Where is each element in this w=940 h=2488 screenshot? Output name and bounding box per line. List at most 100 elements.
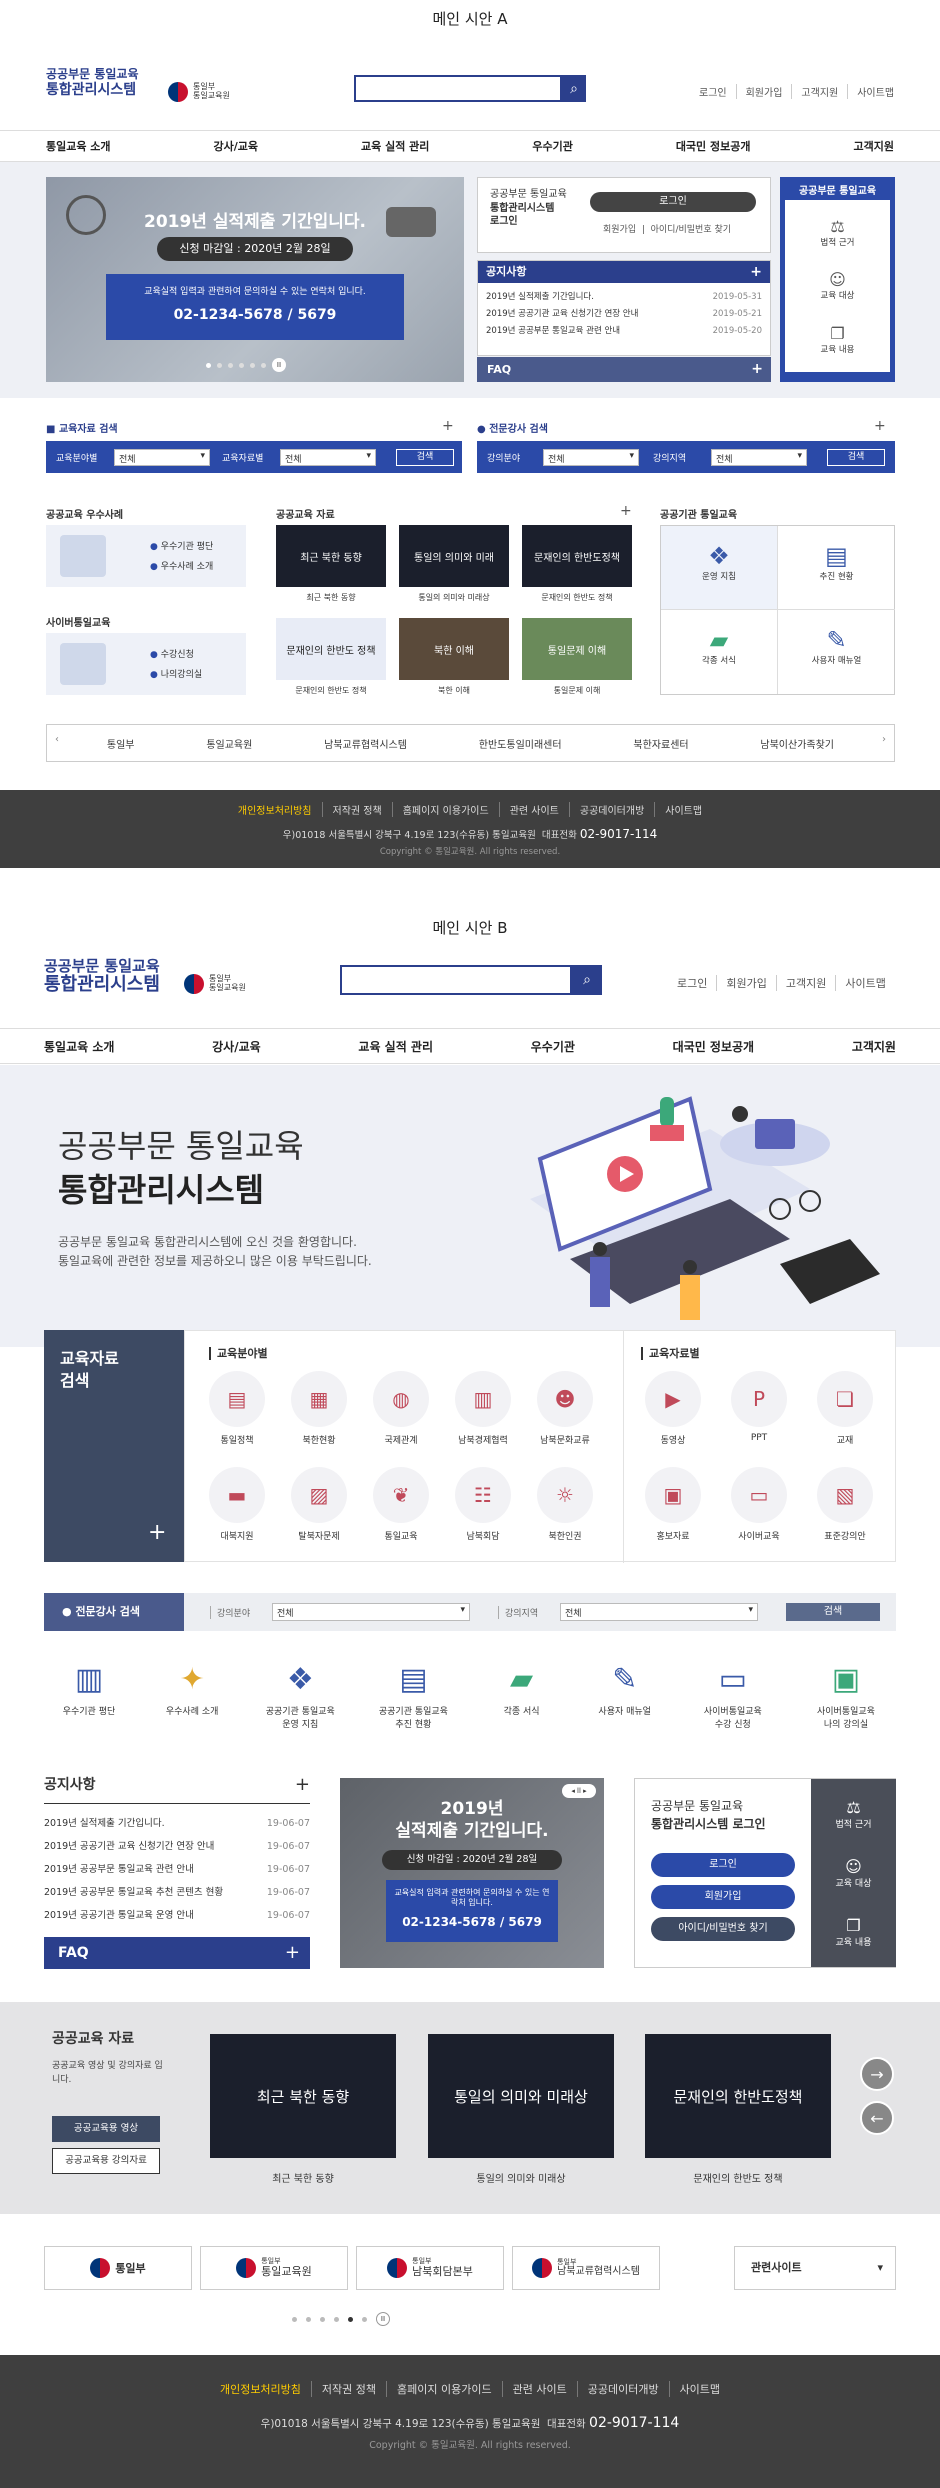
support-link[interactable]: 고객지원 xyxy=(791,84,847,99)
type-textbook[interactable]: ❏ 교재 xyxy=(805,1371,885,1446)
plus-icon[interactable]: + xyxy=(751,357,763,382)
search-input[interactable] xyxy=(354,75,562,102)
dot[interactable] xyxy=(239,362,244,368)
related-link[interactable]: 통일교육원 xyxy=(206,736,252,751)
material-card[interactable]: 문재인의 한반도정책 xyxy=(645,2034,831,2158)
side-item-target[interactable]: ☺ 교육 대상 xyxy=(821,270,855,301)
dot-active[interactable] xyxy=(348,2316,353,2322)
material-card[interactable]: 통일의 의미와 미래상 xyxy=(428,2034,614,2158)
dot-active[interactable] xyxy=(206,362,211,368)
org-item-status[interactable]: ▤ 추진 현황 xyxy=(778,526,895,610)
lecture-region-select[interactable]: 전체 xyxy=(711,449,807,466)
slider-controls[interactable]: ◂ ll ▸ xyxy=(562,1784,596,1798)
field-talks[interactable]: ☷ 남북회담 xyxy=(443,1467,523,1542)
join-link[interactable]: 회원가입 xyxy=(603,225,636,235)
ministry-logo[interactable]: 통일부 통일교육원 xyxy=(184,974,246,994)
field-unification[interactable]: ❦ 통일교육 xyxy=(361,1467,441,1542)
org-item-guide[interactable]: ❖ 운영 지침 xyxy=(661,526,778,610)
search-button[interactable]: 검색 xyxy=(827,449,885,466)
type-promo[interactable]: ▣ 홍보자료 xyxy=(633,1467,713,1542)
partner-logo[interactable]: 통일부 xyxy=(44,2246,192,2290)
dot[interactable] xyxy=(250,362,255,368)
field-economy[interactable]: ▥ 남북경제협력 xyxy=(443,1371,523,1446)
footer-link[interactable]: 홈페이지 이용가이드 xyxy=(391,802,499,817)
join-button[interactable]: 회원가입 xyxy=(651,1885,795,1909)
list-item[interactable]: 2019년 공공부문 통일교육 추천 콘텐츠 현황 19-06-07 xyxy=(44,1881,310,1904)
dot[interactable] xyxy=(217,362,222,368)
login-link[interactable]: 로그인 xyxy=(668,975,716,991)
list-item[interactable]: 2019년 공공부문 통일교육 관련 안내 2019-05-20 xyxy=(486,323,762,340)
plus-icon[interactable]: + xyxy=(148,1520,166,1545)
login-button[interactable]: 로그인 xyxy=(651,1853,795,1877)
material-card[interactable]: 최근 북한 동향 xyxy=(210,2034,396,2158)
plus-icon[interactable]: + xyxy=(620,503,632,519)
dot[interactable] xyxy=(228,362,233,368)
plus-icon[interactable]: + xyxy=(295,1774,310,1795)
partner-logo[interactable]: 통일부 남북회담본부 xyxy=(356,2246,504,2290)
cyber-link-1[interactable]: ● 수강신청 xyxy=(150,647,194,660)
chevron-right-icon[interactable]: › xyxy=(882,734,886,745)
quick-guide[interactable]: ❖ 공공기관 통일교육 운영 지침 xyxy=(250,1662,350,1742)
nav-intro[interactable]: 통일교육 소개 xyxy=(46,138,111,154)
join-link[interactable]: 회원가입 xyxy=(735,84,792,99)
plus-icon[interactable]: + xyxy=(750,261,762,283)
type-cyber[interactable]: ▭ 사이버교육 xyxy=(719,1467,799,1542)
login-button[interactable]: 로그인 xyxy=(590,192,756,212)
side-item-legal[interactable]: ⚖ 법적 근거 xyxy=(821,217,855,248)
search-button[interactable]: ⌕ xyxy=(562,75,586,102)
type-standard[interactable]: ▧ 표준강의안 xyxy=(805,1467,885,1542)
quick-cases[interactable]: ✦ 우수사례 소개 xyxy=(147,1662,237,1742)
nav-excellent[interactable]: 우수기관 xyxy=(531,1038,575,1055)
footer-link[interactable]: 홈페이지 이용가이드 xyxy=(386,2381,502,2397)
field-defector[interactable]: ▨ 탈북자문제 xyxy=(279,1467,359,1542)
type-select[interactable]: 전체 xyxy=(280,449,376,466)
plus-icon[interactable]: + xyxy=(285,1937,300,1969)
cyber-link-2[interactable]: ● 나의강의실 xyxy=(150,667,202,680)
nav-excellent[interactable]: 우수기관 xyxy=(532,138,572,154)
footer-link[interactable]: 저작권 정책 xyxy=(321,802,392,817)
dot[interactable] xyxy=(306,2316,311,2322)
search-button[interactable]: ⌕ xyxy=(572,965,602,995)
related-site-select[interactable]: 관련사이트 ▾ xyxy=(734,2246,896,2290)
quick-manual[interactable]: ✎ 사용자 매뉴얼 xyxy=(580,1662,670,1742)
login-link[interactable]: 로그인 xyxy=(690,84,736,99)
search-button[interactable]: 검색 xyxy=(786,1603,880,1621)
type-ppt[interactable]: P PPT xyxy=(719,1371,799,1443)
material-card[interactable]: 통일문제 이해 xyxy=(522,618,632,680)
side-item-content[interactable]: ❐ 교육 내용 xyxy=(821,324,855,355)
list-item[interactable]: 2019년 실적제출 기간입니다. 19-06-07 xyxy=(44,1812,310,1835)
support-link[interactable]: 고객지원 xyxy=(775,975,835,991)
nav-lecturer[interactable]: 강사/교육 xyxy=(212,1038,261,1055)
nav-support[interactable]: 고객지원 xyxy=(853,138,893,154)
material-card[interactable]: 문재인의 한반도정책 xyxy=(522,525,632,587)
footer-link[interactable]: 사이트맵 xyxy=(654,802,712,817)
dot[interactable] xyxy=(362,2316,367,2322)
footer-link[interactable]: 저작권 정책 xyxy=(310,2381,386,2397)
chevron-left-icon[interactable]: ‹ xyxy=(55,734,59,745)
dot[interactable] xyxy=(334,2316,339,2322)
faq-bar[interactable]: FAQ + xyxy=(44,1937,310,1969)
best-link-1[interactable]: ● 우수기관 평단 xyxy=(150,539,213,552)
list-item[interactable]: 2019년 공공기관 통일교육 운영 안내 19-06-07 xyxy=(44,1904,310,1927)
pause-icon[interactable]: II xyxy=(376,2312,390,2326)
field-nk-status[interactable]: ▦ 북한현황 xyxy=(279,1371,359,1446)
nav-public-info[interactable]: 대국민 정보공개 xyxy=(676,138,751,154)
type-video[interactable]: ▶ 동영상 xyxy=(633,1371,713,1446)
search-button[interactable]: 검색 xyxy=(396,449,454,466)
field-intl[interactable]: ◍ 국제관계 xyxy=(361,1371,441,1446)
lecture-material-button[interactable]: 공공교육용 강의자료 xyxy=(52,2148,160,2174)
side-item-target[interactable]: ☺ 교육 대상 xyxy=(836,1857,872,1889)
site-logo[interactable]: 공공부문 통일교육 통합관리시스템 xyxy=(46,67,139,98)
nav-performance[interactable]: 교육 실적 관리 xyxy=(361,138,429,154)
arrow-left-icon[interactable]: ← xyxy=(860,2101,894,2135)
list-item[interactable]: 2019년 공공기관 교육 신청기간 연장 안내 2019-05-21 xyxy=(486,306,762,323)
quick-cyber-room[interactable]: ▣ 사이버통일교육 나의 강의실 xyxy=(796,1662,896,1742)
field-policy[interactable]: ▤ 통일정책 xyxy=(197,1371,277,1446)
plus-icon[interactable]: + xyxy=(442,418,454,434)
search-input[interactable] xyxy=(340,965,572,995)
lecture-field-select[interactable]: 전체 xyxy=(543,449,639,466)
list-item[interactable]: 2019년 공공부문 통일교육 관련 안내 19-06-07 xyxy=(44,1858,310,1881)
material-card[interactable]: 통일의 의미와 미래 xyxy=(399,525,509,587)
material-card[interactable]: 문재인의 한반도 정책 xyxy=(276,618,386,680)
quick-cyber-apply[interactable]: ▭ 사이버통일교육 수강 신청 xyxy=(683,1662,783,1742)
